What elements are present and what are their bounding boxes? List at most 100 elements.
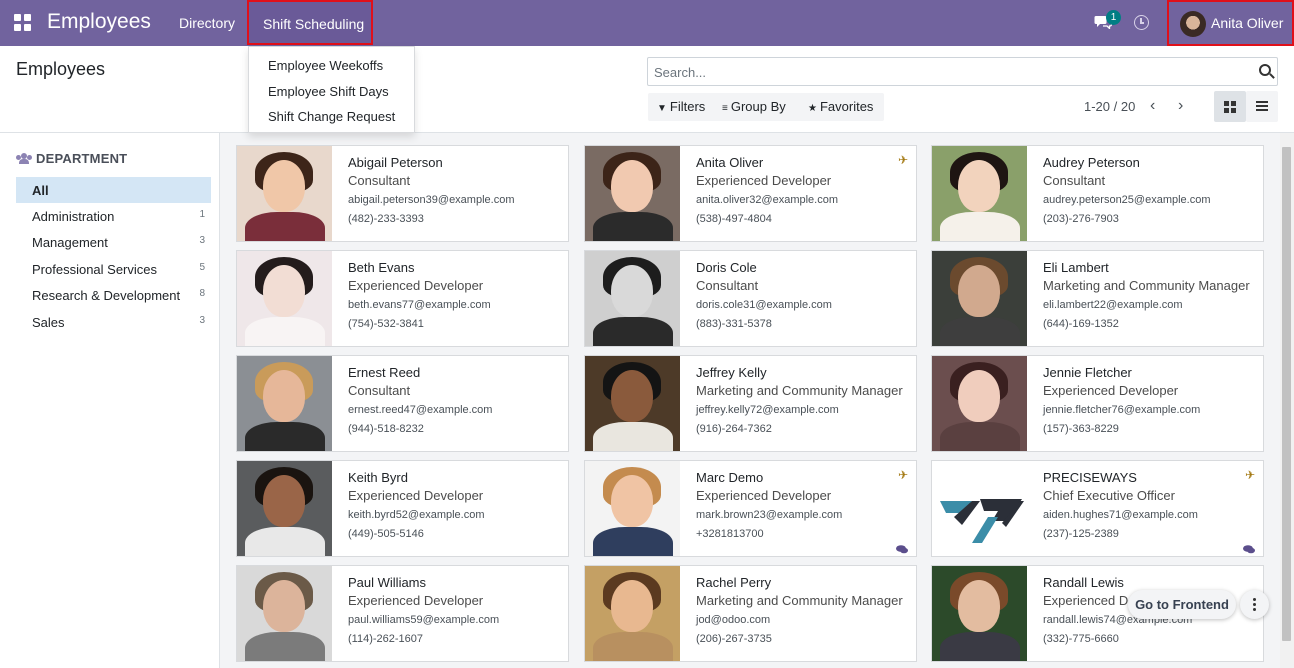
- sidebar-item-management[interactable]: Management 3: [16, 229, 211, 255]
- employee-phone: (237)-125-2389: [1043, 528, 1119, 540]
- employee-photo: [932, 251, 1027, 346]
- user-name: Anita Oliver: [1211, 15, 1284, 31]
- employee-card[interactable]: Ernest Reed Consultant ernest.reed47@examp…: [236, 355, 569, 452]
- user-menu[interactable]: Anita Oliver: [1167, 0, 1294, 46]
- plane-icon: ✈: [897, 468, 908, 482]
- job-title: Experienced Developer: [1043, 383, 1179, 398]
- group-by-button[interactable]: ≡ Group By: [722, 99, 786, 114]
- scrollbar-thumb[interactable]: [1282, 147, 1291, 641]
- chevron-right-icon[interactable]: ›: [1178, 97, 1183, 115]
- employee-card[interactable]: Marc Demo Experienced Developer mark.brown…: [584, 460, 917, 557]
- employee-photo: [585, 461, 680, 556]
- department-sidebar: DEPARTMENT All Administration 1 Managemen…: [0, 133, 220, 668]
- apps-grid-icon[interactable]: [14, 14, 32, 32]
- bars-icon: ≡: [722, 103, 728, 114]
- employee-email: ernest.reed47@example.com: [348, 404, 493, 416]
- employee-card[interactable]: Beth Evans Experienced Developer beth.evan…: [236, 250, 569, 347]
- avatar: [1180, 11, 1206, 37]
- employee-phone: (332)-775-6660: [1043, 633, 1119, 645]
- sidebar-item-administration[interactable]: Administration 1: [16, 203, 211, 229]
- favorites-button[interactable]: ★ Favorites: [808, 99, 873, 114]
- employee-phone: (482)-233-3393: [348, 213, 424, 225]
- go-to-frontend-button[interactable]: Go to Frontend: [1128, 590, 1236, 619]
- employee-card[interactable]: Eli Lambert Marketing and Community Manag…: [931, 250, 1264, 347]
- employee-name: Jennie Fletcher: [1043, 365, 1132, 380]
- job-title: Experienced Developer: [348, 488, 484, 503]
- employee-phone: (203)-276-7903: [1043, 213, 1119, 225]
- employee-name: Anita Oliver: [696, 155, 764, 170]
- employee-card[interactable]: Jeffrey Kelly Marketing and Community Man…: [584, 355, 917, 452]
- chat-icon[interactable]: [896, 542, 908, 554]
- job-title: Consultant: [348, 383, 411, 398]
- search-input[interactable]: [654, 63, 1244, 81]
- list-view-button[interactable]: [1246, 91, 1278, 122]
- employee-name: Rachel Perry: [696, 575, 772, 590]
- employee-card[interactable]: Anita Oliver Experienced Developer anita.o…: [584, 145, 917, 242]
- more-options-icon[interactable]: [1240, 590, 1269, 619]
- employee-phone: (944)-518-8232: [348, 423, 424, 435]
- employee-email: audrey.peterson25@example.com: [1043, 194, 1211, 206]
- filters-button[interactable]: ▼ Filters: [657, 99, 705, 114]
- job-title: Marketing and Community Manager: [1043, 278, 1250, 293]
- employee-name: Ernest Reed: [348, 365, 421, 380]
- employee-card[interactable]: Keith Byrd Experienced Developer keith.byr…: [236, 460, 569, 557]
- search-bar: [647, 57, 1278, 86]
- employee-photo: [932, 461, 1027, 556]
- star-icon: ★: [808, 103, 817, 114]
- menu-shift-scheduling[interactable]: Shift Scheduling: [247, 0, 373, 45]
- employee-photo: [237, 251, 332, 346]
- employee-phone: (449)-505-5146: [348, 528, 424, 540]
- dropdown-item-shift-days[interactable]: Employee Shift Days: [268, 84, 389, 99]
- employee-phone: (114)-262-1607: [348, 633, 424, 645]
- employee-card[interactable]: Abigail Peterson Consultant abigail.peters…: [236, 145, 569, 242]
- job-title: Consultant: [348, 173, 411, 188]
- employee-email: jennie.fletcher76@example.com: [1043, 404, 1201, 416]
- employee-card[interactable]: Audrey Peterson Consultant audrey.peterson…: [931, 145, 1264, 242]
- employee-photo: [237, 356, 332, 451]
- activity-clock-icon[interactable]: [1134, 15, 1149, 30]
- chat-icon[interactable]: [1243, 542, 1255, 554]
- employee-phone: (206)-267-3735: [696, 633, 772, 645]
- app-title[interactable]: Employees: [47, 10, 151, 34]
- employee-name: Marc Demo: [696, 470, 764, 485]
- employee-card[interactable]: Jennie Fletcher Experienced Developer jenn…: [931, 355, 1264, 452]
- employee-card[interactable]: Rachel Perry Marketing and Community Mana…: [584, 565, 917, 662]
- employee-photo: [932, 356, 1027, 451]
- users-icon: [16, 153, 32, 164]
- employee-email: beth.evans77@example.com: [348, 299, 491, 311]
- employee-email: doris.cole31@example.com: [696, 299, 832, 311]
- employee-name: Doris Cole: [696, 260, 757, 275]
- shift-scheduling-dropdown: Employee Weekoffs Employee Shift Days Sh…: [248, 46, 415, 133]
- job-title: Experienced Developer: [696, 488, 832, 503]
- employee-photo: [237, 146, 332, 241]
- dropdown-item-weekoffs[interactable]: Employee Weekoffs: [268, 58, 383, 73]
- employee-name: Paul Williams: [348, 575, 427, 590]
- top-navbar: Employees Directory Shift Scheduling 1 A…: [0, 0, 1294, 46]
- search-icon[interactable]: [1259, 64, 1271, 76]
- employee-card[interactable]: Paul Williams Experienced Developer paul.w…: [236, 565, 569, 662]
- employee-photo: [932, 146, 1027, 241]
- job-title: Experienced Developer: [348, 278, 484, 293]
- job-title: Marketing and Community Manager: [696, 383, 903, 398]
- scrollbar[interactable]: [1280, 133, 1294, 668]
- menu-directory[interactable]: Directory: [179, 15, 235, 31]
- employee-card[interactable]: PRECISEWAYS Chief Executive Officer aiden.…: [931, 460, 1264, 557]
- employee-card[interactable]: Doris Cole Consultant doris.cole31@example…: [584, 250, 917, 347]
- list-icon: [1256, 101, 1268, 111]
- employee-name: Randall Lewis: [1043, 575, 1124, 590]
- pager-value[interactable]: 1-20 / 20: [1084, 99, 1135, 114]
- employee-photo: [585, 566, 680, 661]
- job-title: Consultant: [696, 278, 759, 293]
- dropdown-item-shift-change[interactable]: Shift Change Request: [268, 109, 395, 124]
- sidebar-item-research-development[interactable]: Research & Development 8: [16, 282, 211, 308]
- chat-count-badge: 1: [1106, 10, 1121, 25]
- sidebar-item-sales[interactable]: Sales 3: [16, 309, 211, 335]
- employee-phone: (883)-331-5378: [696, 318, 772, 330]
- kanban-view-button[interactable]: [1214, 91, 1246, 122]
- sidebar-item-professional-services[interactable]: Professional Services 5: [16, 256, 211, 282]
- chevron-left-icon[interactable]: ‹: [1150, 97, 1155, 115]
- employee-phone: (754)-532-3841: [348, 318, 424, 330]
- sidebar-item-all[interactable]: All: [16, 177, 211, 203]
- employee-email: mark.brown23@example.com: [696, 509, 843, 521]
- employee-photo: [585, 356, 680, 451]
